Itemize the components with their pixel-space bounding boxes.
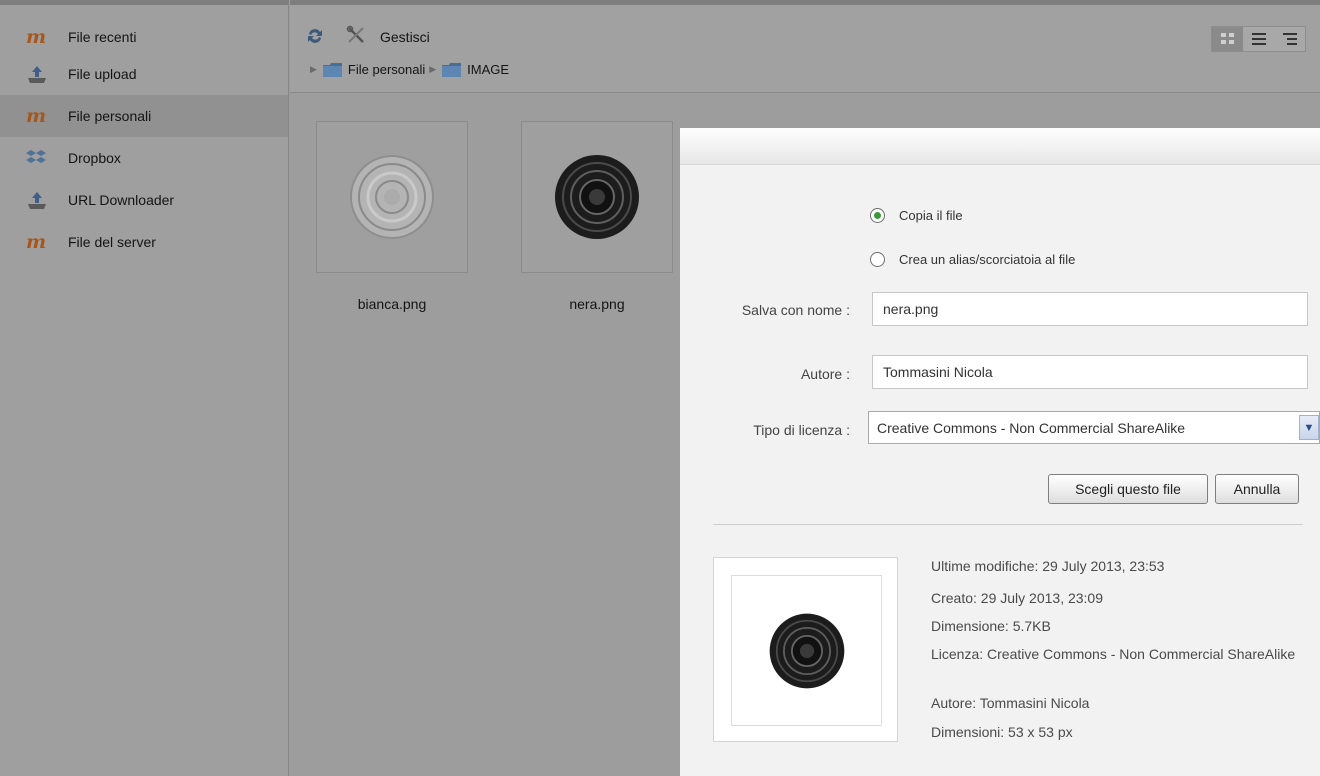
tools-icon xyxy=(346,25,366,48)
sidebar-item-url-downloader[interactable]: URL Downloader xyxy=(0,179,288,221)
license-label: Tipo di licenza : xyxy=(753,422,850,438)
file-select-dialog: Copia il file Crea un alias/scorciatoia … xyxy=(680,128,1320,776)
save-as-label: Salva con nome : xyxy=(741,302,850,318)
sidebar-item-dropbox[interactable]: Dropbox xyxy=(0,137,288,179)
sidebar-item-file-upload[interactable]: File upload xyxy=(0,53,288,95)
list-view-icon[interactable] xyxy=(1243,27,1274,51)
radio-copy-file-control[interactable] xyxy=(870,208,885,223)
file-tile-bianca[interactable] xyxy=(316,121,468,273)
dialog-header xyxy=(680,128,1320,165)
license-selected-value: Creative Commons - Non Commercial ShareA… xyxy=(877,419,1186,436)
sidebar-item-recent-files[interactable]: m File recenti xyxy=(0,16,288,58)
file-preview xyxy=(713,557,898,742)
file-name-bianca[interactable]: bianca.png xyxy=(316,296,468,312)
black-disc-preview xyxy=(769,613,844,688)
cancel-button[interactable]: Annulla xyxy=(1215,474,1299,504)
breadcrumb-image-folder[interactable]: IMAGE xyxy=(467,62,509,77)
breadcrumb-arrow-icon: ▶ xyxy=(310,64,317,74)
sidebar-item-server-files[interactable]: m File del server xyxy=(0,221,288,263)
breadcrumb: ▶ File personali ▶ IMAGE xyxy=(310,62,509,77)
chevron-down-icon[interactable]: ▼ xyxy=(1299,415,1319,440)
dropbox-icon xyxy=(26,148,52,168)
tree-view-icon[interactable] xyxy=(1274,27,1305,51)
radio-copy-file-label: Copia il file xyxy=(899,208,963,223)
author-label: Autore : xyxy=(800,366,850,382)
sidebar-top-border xyxy=(0,0,289,5)
moodle-icon: m xyxy=(26,104,46,127)
white-disc-thumbnail xyxy=(350,155,434,239)
file-preview-inner xyxy=(731,575,882,726)
sidebar-item-personal-files[interactable]: m File personali xyxy=(0,95,288,137)
refresh-icon[interactable] xyxy=(306,27,324,45)
view-mode-switch xyxy=(1211,26,1306,52)
upload-icon xyxy=(26,64,52,84)
moodle-icon: m xyxy=(26,25,46,48)
sidebar-item-label: URL Downloader xyxy=(68,192,175,208)
sidebar-item-label: Dropbox xyxy=(68,150,121,166)
meta-modified: Ultime modifiche: 29 July 2013, 23:53 xyxy=(931,558,1165,574)
sidebar-item-label: File upload xyxy=(68,66,137,82)
sidebar-item-label: File personali xyxy=(68,108,152,124)
save-as-input[interactable] xyxy=(872,292,1308,326)
icon-view-icon[interactable] xyxy=(1212,27,1243,51)
folder-icon xyxy=(322,62,342,77)
dialog-divider xyxy=(713,524,1303,525)
choose-file-button[interactable]: Scegli questo file xyxy=(1048,474,1208,504)
radio-alias-file-control[interactable] xyxy=(870,252,885,267)
meta-size: Dimensione: 5.7KB xyxy=(931,618,1051,634)
black-disc-thumbnail xyxy=(555,155,639,239)
repository-sidebar: m File recenti File upload m File person… xyxy=(0,0,289,776)
sidebar-item-label: File del server xyxy=(68,234,156,250)
sidebar-item-label: File recenti xyxy=(68,29,137,45)
file-name-nera[interactable]: nera.png xyxy=(521,296,673,312)
radio-copy-file[interactable]: Copia il file xyxy=(870,208,963,223)
file-toolbar: Gestisci ▶ File personali ▶ IMAGE xyxy=(290,5,1320,93)
meta-author: Autore: Tommasini Nicola xyxy=(931,695,1090,711)
breadcrumb-personal-files[interactable]: File personali xyxy=(348,62,425,77)
moodle-icon: m xyxy=(26,230,46,253)
manage-label: Gestisci xyxy=(380,28,430,45)
radio-alias-file-label: Crea un alias/scorciatoia al file xyxy=(899,252,1076,267)
folder-icon xyxy=(442,62,462,77)
file-tile-nera[interactable] xyxy=(521,121,673,273)
radio-alias-file[interactable]: Crea un alias/scorciatoia al file xyxy=(870,252,1075,267)
author-input[interactable] xyxy=(872,355,1308,389)
url-downloader-icon xyxy=(26,190,52,210)
meta-license: Licenza: Creative Commons - Non Commerci… xyxy=(931,646,1296,662)
manage-button[interactable]: Gestisci xyxy=(346,25,430,48)
meta-dimensions: Dimensioni: 53 x 53 px xyxy=(931,724,1073,740)
breadcrumb-arrow-icon: ▶ xyxy=(429,64,437,74)
license-select[interactable]: Creative Commons - Non Commercial ShareA… xyxy=(868,411,1320,444)
meta-created: Creato: 29 July 2013, 23:09 xyxy=(931,590,1104,606)
